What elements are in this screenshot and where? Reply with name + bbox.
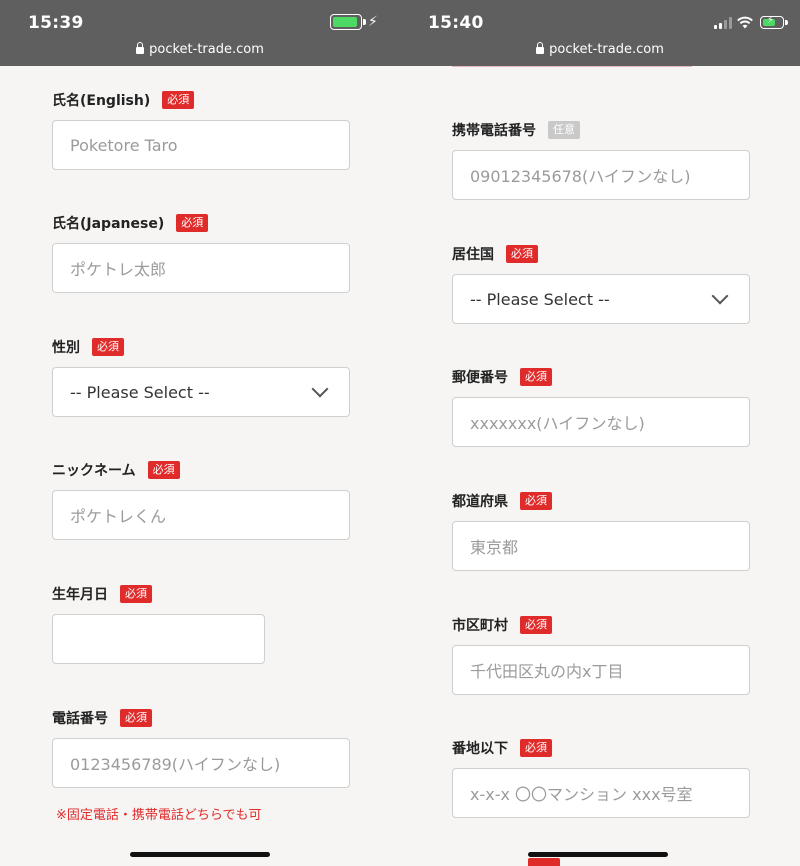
bolt-icon: ⚡: [767, 15, 775, 26]
field-label: ニックネーム: [52, 463, 136, 479]
phone-input[interactable]: 0123456789(ハイフンなし): [52, 738, 350, 788]
url-text: pocket-trade.com: [549, 42, 664, 57]
lock-icon: [136, 42, 145, 54]
required-badge: 必須: [520, 368, 552, 386]
status-bar: 15:39 ⚡ pocket-trade.com: [0, 0, 400, 66]
status-bar: 15:40 ⚡ pocket-trade.com: [400, 0, 800, 66]
field-label: 市区町村: [452, 618, 508, 634]
mobile-phone-field: 携帯電話番号 任意 09012345678(ハイフンなし): [452, 120, 750, 200]
city-input[interactable]: 千代田区丸の内x丁目: [452, 645, 750, 695]
required-badge: 必須: [92, 338, 124, 356]
postal-code-field: 郵便番号 必須 xxxxxxx(ハイフンなし): [452, 367, 750, 447]
url-text: pocket-trade.com: [149, 42, 264, 57]
home-indicator[interactable]: [528, 852, 668, 857]
phone-note: ※固定電話・携帯電話どちらでも可: [56, 808, 262, 823]
select-value: -- Please Select --: [70, 382, 210, 402]
prefecture-input[interactable]: 東京都: [452, 521, 750, 571]
mobile-phone-input[interactable]: 09012345678(ハイフンなし): [452, 150, 750, 200]
home-indicator[interactable]: [130, 852, 270, 857]
left-screenshot: 15:39 ⚡ pocket-trade.com 氏名(English) 必須 P…: [0, 0, 400, 866]
prefecture-field: 都道府県 必須 東京都: [452, 491, 750, 571]
optional-badge: 任意: [548, 121, 580, 139]
field-label: 生年月日: [52, 587, 108, 603]
nickname-field: ニックネーム 必須 ポケトレくん: [52, 460, 350, 540]
postal-code-input[interactable]: xxxxxxx(ハイフンなし): [452, 397, 750, 447]
required-badge: 必須: [176, 214, 209, 232]
status-time: 15:39: [28, 13, 84, 33]
field-label: 郵便番号: [452, 370, 508, 386]
required-badge: 必須: [147, 461, 180, 479]
right-screenshot: 15:40 ⚡ pocket-trade.com 携帯電話番号 任意 090123…: [400, 0, 800, 866]
english-name-field: 氏名(English) 必須 Poketore Taro: [52, 90, 350, 170]
required-badge: 必須: [120, 709, 152, 727]
required-badge: 必須: [506, 245, 538, 263]
field-label: 性別: [52, 340, 80, 356]
field-label: 携帯電話番号: [452, 123, 536, 139]
field-label: 氏名(English): [52, 93, 151, 109]
field-label: 都道府県: [452, 494, 508, 510]
field-label: 氏名(Japanese): [52, 216, 165, 232]
clipped-button: [528, 858, 560, 866]
address-field: 番地以下 必須 x-x-x 〇〇マンション xxx号室: [452, 738, 750, 818]
lock-icon: [536, 42, 545, 54]
status-time: 15:40: [428, 13, 484, 33]
chevron-down-icon: [311, 380, 329, 398]
address-input[interactable]: x-x-x 〇〇マンション xxx号室: [452, 768, 750, 818]
url-bar[interactable]: pocket-trade.com: [0, 42, 400, 57]
field-label: 電話番号: [52, 711, 108, 727]
country-field: 居住国 必須 -- Please Select --: [452, 244, 750, 324]
wifi-icon: [737, 16, 753, 29]
required-badge: 必須: [162, 91, 195, 109]
url-bar[interactable]: pocket-trade.com: [400, 42, 800, 57]
battery-icon: [330, 14, 366, 30]
field-label: 居住国: [452, 247, 494, 263]
city-field: 市区町村 必須 千代田区丸の内x丁目: [452, 615, 750, 695]
japanese-name-input[interactable]: ポケトレ太郎: [52, 243, 350, 293]
bolt-icon: ⚡: [368, 14, 378, 30]
required-badge: 必須: [520, 616, 552, 634]
gender-field: 性別 必須 -- Please Select --: [52, 337, 350, 417]
gender-select[interactable]: -- Please Select --: [52, 367, 350, 417]
required-badge: 必須: [520, 739, 552, 757]
required-badge: 必須: [520, 492, 552, 510]
chevron-down-icon: [711, 287, 729, 305]
japanese-name-field: 氏名(Japanese) 必須 ポケトレ太郎: [52, 213, 350, 293]
phone-field: 電話番号 必須 0123456789(ハイフンなし): [52, 708, 350, 788]
required-badge: 必須: [120, 585, 152, 603]
field-label: 番地以下: [452, 741, 508, 757]
signal-icon: [714, 17, 732, 29]
nickname-input[interactable]: ポケトレくん: [52, 490, 350, 540]
birthdate-input[interactable]: [52, 614, 265, 664]
select-value: -- Please Select --: [470, 289, 610, 309]
birthdate-field: 生年月日 必須: [52, 584, 265, 664]
english-name-input[interactable]: Poketore Taro: [52, 120, 350, 170]
country-select[interactable]: -- Please Select --: [452, 274, 750, 324]
